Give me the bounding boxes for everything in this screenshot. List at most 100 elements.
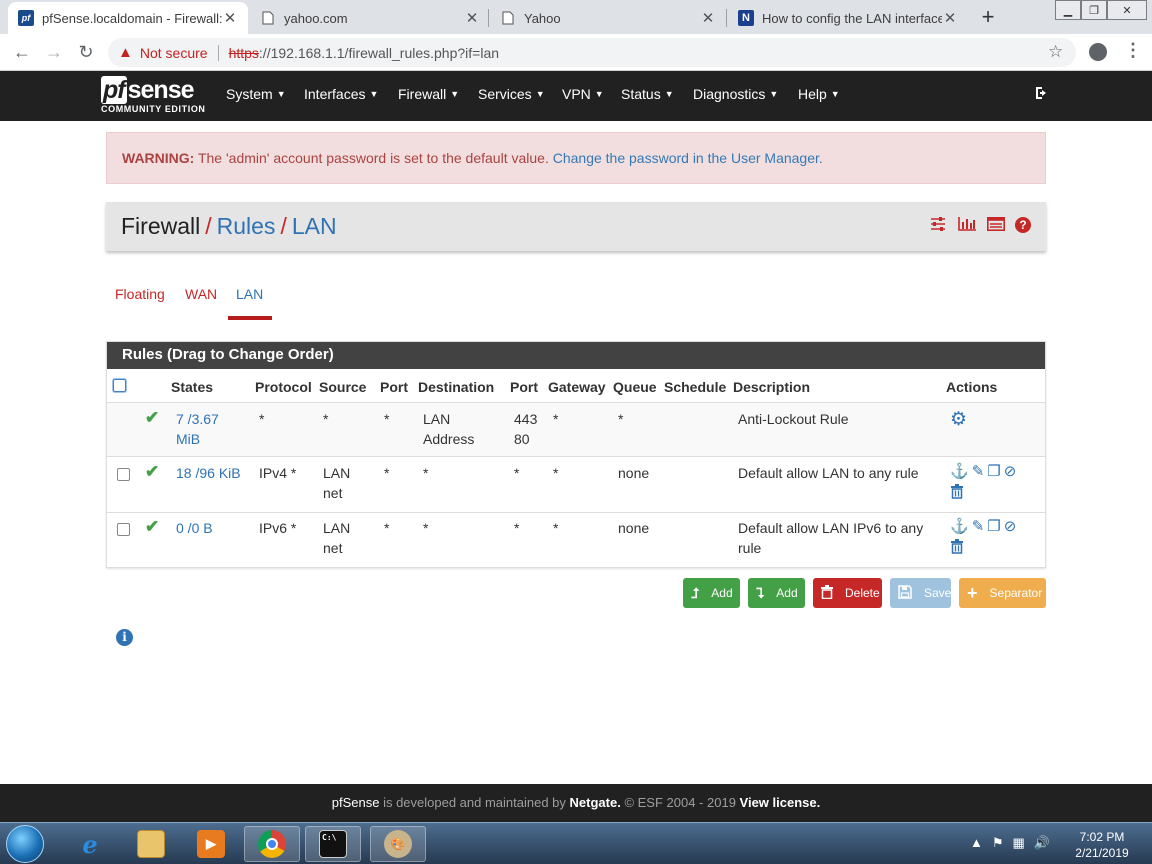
browser-menu-icon[interactable]: ⋮	[1124, 40, 1142, 61]
restore-window-icon[interactable]: ❐	[1081, 0, 1107, 20]
not-secure-label[interactable]: Not secure	[140, 45, 208, 61]
column-header-gateway[interactable]: Gateway	[548, 377, 606, 397]
menu-interfaces[interactable]: Interfaces ▼	[304, 86, 378, 102]
network-icon[interactable]: ▦	[1013, 835, 1025, 851]
warning-triangle-icon: ▲	[118, 44, 133, 61]
tab-lan[interactable]: LAN	[236, 286, 263, 302]
gear-icon[interactable]: ⚙	[950, 408, 967, 431]
add-rule-bottom-button[interactable]: ⮧ Add	[748, 578, 805, 608]
caret-down-icon: ▼	[830, 89, 840, 99]
states-link[interactable]: 0 /0 B	[176, 518, 213, 538]
column-header-states[interactable]: States	[171, 377, 213, 397]
taskbar-command-prompt[interactable]: C:\	[305, 826, 361, 862]
forward-arrow-icon[interactable]: →	[42, 40, 66, 64]
close-tab-icon[interactable]: ✕	[700, 9, 716, 27]
minimize-window-icon[interactable]: ▁	[1055, 0, 1081, 20]
disable-ban-icon[interactable]: ⊘	[1004, 462, 1017, 480]
view-license-link[interactable]: View license.	[740, 795, 821, 810]
reload-icon[interactable]: ↻	[74, 40, 98, 64]
rule-select-checkbox[interactable]	[117, 523, 130, 536]
info-icon[interactable]: i	[116, 629, 133, 646]
menu-help[interactable]: Help ▼	[798, 86, 840, 102]
taskbar-internet-explorer[interactable]: e	[62, 826, 118, 862]
windows-start-icon[interactable]	[6, 825, 44, 863]
help-question-icon[interactable]: ?	[1015, 217, 1031, 233]
pfsense-logo[interactable]: pf sense COMMUNITY EDITION	[101, 76, 206, 114]
disable-ban-icon[interactable]: ⊘	[1004, 517, 1017, 535]
column-header-queue[interactable]: Queue	[613, 377, 657, 397]
pencil-edit-icon[interactable]: ✎	[972, 517, 985, 535]
table-row-anti-lockout[interactable]	[107, 403, 1045, 456]
column-header-source[interactable]: Source	[319, 377, 366, 397]
back-arrow-icon[interactable]: ←	[10, 40, 34, 64]
taskbar-clock[interactable]: 7:02 PM 2/21/2019	[1068, 829, 1136, 861]
url-bar[interactable]: ▲ Not secure https ://192.168.1.1/firewa…	[108, 38, 1076, 67]
states-link[interactable]: 18 /96 KiB	[176, 463, 241, 483]
anchor-icon[interactable]: ⚓	[950, 517, 969, 535]
select-all-checkbox[interactable]	[113, 379, 126, 392]
button-label: Add	[776, 586, 798, 600]
states-link[interactable]: 7 /3.67 MiB	[176, 409, 219, 449]
browser-tab-pfsense[interactable]: pf pfSense.localdomain - Firewall: R ✕	[8, 2, 248, 34]
menu-system[interactable]: System ▼	[226, 86, 286, 102]
destination-cell: LAN Address	[423, 411, 475, 447]
taskbar-file-explorer[interactable]	[123, 826, 179, 862]
column-header-schedule[interactable]: Schedule	[664, 377, 726, 397]
menu-label: VPN	[562, 86, 591, 102]
copy-icon[interactable]: ❐	[987, 462, 1000, 480]
alert-text: The 'admin' account password is set to t…	[194, 150, 553, 166]
menu-label: Firewall	[398, 86, 447, 102]
tab-floating[interactable]: Floating	[115, 286, 165, 302]
breadcrumb-lan[interactable]: LAN	[292, 213, 337, 239]
action-center-flag-icon[interactable]: ⚑	[992, 835, 1004, 851]
page-icon	[500, 10, 516, 26]
anchor-icon[interactable]: ⚓	[950, 462, 969, 480]
trash-delete-icon[interactable]	[950, 539, 964, 558]
add-separator-button[interactable]: + Separator	[959, 578, 1046, 608]
bookmark-star-icon[interactable]: ☆	[1048, 42, 1063, 62]
change-password-link[interactable]: Change the password in the User Manager.	[553, 150, 823, 166]
column-header-protocol[interactable]: Protocol	[255, 377, 312, 397]
menu-label: Services	[478, 86, 532, 102]
browser-tab-yahoo-com[interactable]: yahoo.com ✕	[250, 2, 490, 34]
close-tab-icon[interactable]: ✕	[464, 9, 480, 27]
add-rule-top-button[interactable]: ⮥ Add	[683, 578, 740, 608]
show-hidden-icons-icon[interactable]: ▲	[970, 835, 983, 851]
bar-chart-icon[interactable]	[957, 217, 977, 236]
caret-down-icon: ▼	[450, 89, 460, 99]
close-window-icon[interactable]: ✕	[1107, 0, 1147, 20]
taskbar-media-player[interactable]: ▶	[183, 826, 239, 862]
close-tab-icon[interactable]: ✕	[942, 9, 958, 27]
log-list-icon[interactable]	[986, 217, 1006, 236]
menu-status[interactable]: Status ▼	[621, 86, 674, 102]
column-header-dest-port[interactable]: Port	[510, 377, 538, 397]
browser-tab-yahoo[interactable]: Yahoo ✕	[490, 2, 726, 34]
breadcrumb-rules[interactable]: Rules	[217, 213, 276, 239]
delete-button[interactable]: Delete	[813, 578, 882, 608]
sliders-icon[interactable]	[928, 217, 948, 236]
volume-icon[interactable]: 🔊	[1034, 835, 1050, 851]
taskbar-chrome[interactable]	[244, 826, 300, 862]
footer-company-link[interactable]: Netgate.	[570, 795, 621, 810]
menu-services[interactable]: Services ▼	[478, 86, 545, 102]
menu-diagnostics[interactable]: Diagnostics ▼	[693, 86, 778, 102]
rule-select-checkbox[interactable]	[117, 468, 130, 481]
taskbar-paint[interactable]: 🎨	[370, 826, 426, 862]
column-header-source-port[interactable]: Port	[380, 377, 408, 397]
profile-avatar-icon[interactable]	[1089, 43, 1107, 61]
column-header-description[interactable]: Description	[733, 377, 810, 397]
save-button[interactable]: Save	[890, 578, 951, 608]
pencil-edit-icon[interactable]: ✎	[972, 462, 985, 480]
column-header-destination[interactable]: Destination	[418, 377, 494, 397]
footer-product[interactable]: pfSense	[332, 795, 380, 810]
copy-icon[interactable]: ❐	[987, 517, 1000, 535]
logout-icon[interactable]	[1034, 85, 1050, 106]
browser-tab-netgate[interactable]: N How to config the LAN interface ✕	[728, 2, 968, 34]
menu-vpn[interactable]: VPN ▼	[562, 86, 604, 102]
tab-wan[interactable]: WAN	[185, 286, 217, 302]
page-footer: pfSense is developed and maintained by N…	[0, 784, 1152, 822]
trash-delete-icon[interactable]	[950, 484, 964, 503]
close-tab-icon[interactable]: ✕	[222, 9, 238, 27]
new-tab-button[interactable]: +	[978, 4, 998, 30]
menu-firewall[interactable]: Firewall ▼	[398, 86, 459, 102]
